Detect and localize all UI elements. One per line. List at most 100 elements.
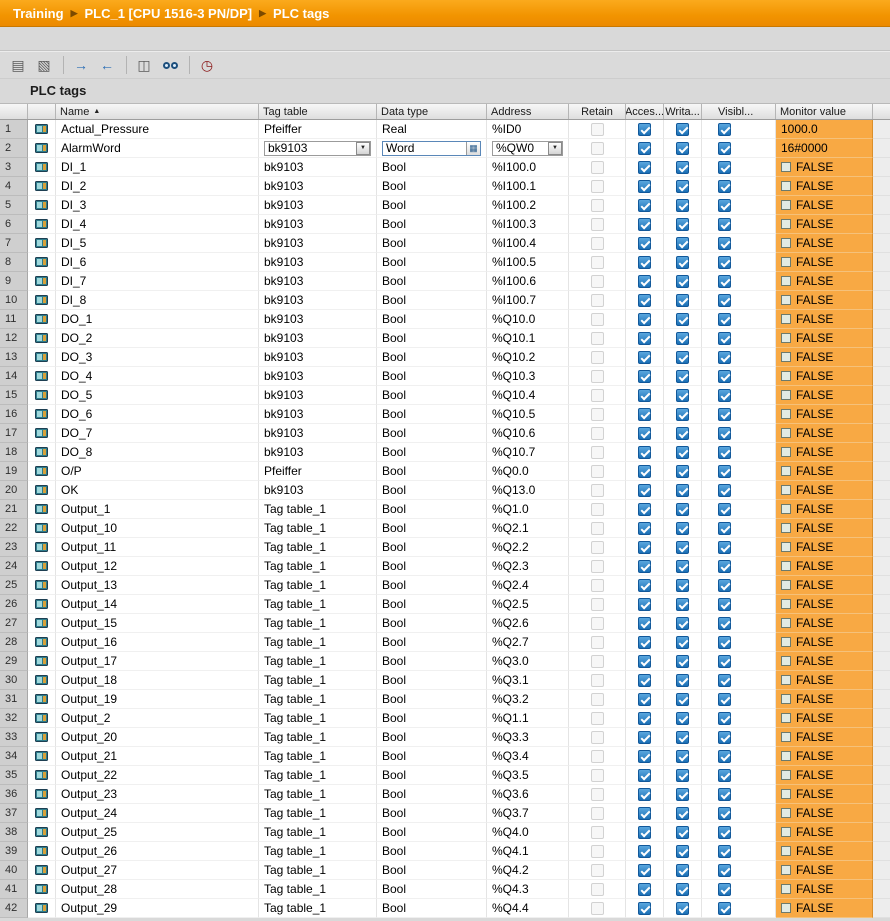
cell-address[interactable]: %Q0.0 <box>487 462 569 481</box>
visible-checkbox[interactable] <box>718 122 731 136</box>
accessible-checkbox[interactable] <box>638 635 651 649</box>
cell-tag-table[interactable]: Pfeiffer <box>259 120 377 139</box>
cell-name[interactable]: Output_16 <box>56 633 259 652</box>
snapshot-icon[interactable]: ◫ <box>132 54 156 76</box>
retain-checkbox[interactable] <box>590 540 604 554</box>
writable-checkbox[interactable] <box>676 882 689 896</box>
cell-name[interactable]: Output_13 <box>56 576 259 595</box>
cell-name[interactable]: DO_8 <box>56 443 259 462</box>
row-number[interactable]: 36 <box>0 785 28 804</box>
cell-name[interactable]: Output_24 <box>56 804 259 823</box>
cell-address[interactable]: %Q4.3 <box>487 880 569 899</box>
retain-checkbox[interactable] <box>590 749 604 763</box>
cell-data-type[interactable]: Bool <box>377 690 487 709</box>
cell-tag-table[interactable]: bk9103 <box>259 196 377 215</box>
accessible-checkbox[interactable] <box>638 711 651 725</box>
writable-checkbox[interactable] <box>676 179 689 193</box>
writable-checkbox[interactable] <box>676 426 689 440</box>
row-number[interactable]: 22 <box>0 519 28 538</box>
writable-checkbox[interactable] <box>676 901 689 915</box>
row-number[interactable]: 39 <box>0 842 28 861</box>
writable-checkbox[interactable] <box>676 635 689 649</box>
import-icon[interactable]: ← <box>95 54 119 76</box>
cell-name[interactable]: Output_25 <box>56 823 259 842</box>
accessible-checkbox[interactable] <box>638 749 651 763</box>
column-header-data-type[interactable]: Data type <box>377 104 487 119</box>
cell-address[interactable]: %Q10.1 <box>487 329 569 348</box>
visible-checkbox[interactable] <box>718 901 731 915</box>
breadcrumb-item-plc-tags[interactable]: PLC tags <box>273 6 329 21</box>
cell-data-type[interactable]: Bool <box>377 177 487 196</box>
cell-data-type[interactable]: Bool <box>377 215 487 234</box>
writable-checkbox[interactable] <box>676 654 689 668</box>
cell-name[interactable]: DI_8 <box>56 291 259 310</box>
retain-checkbox[interactable] <box>590 502 604 516</box>
cell-name[interactable]: Output_27 <box>56 861 259 880</box>
cell-tag-table[interactable]: Tag table_1 <box>259 747 377 766</box>
monitor-all-icon[interactable] <box>158 54 182 76</box>
cell-name[interactable]: OK <box>56 481 259 500</box>
retain-checkbox[interactable] <box>590 255 604 269</box>
visible-checkbox[interactable] <box>718 597 731 611</box>
cell-address[interactable]: %Q3.0 <box>487 652 569 671</box>
cell-address[interactable]: %Q10.4 <box>487 386 569 405</box>
retain-checkbox[interactable] <box>590 464 604 478</box>
cell-data-type[interactable]: Bool <box>377 766 487 785</box>
retain-checkbox[interactable] <box>590 863 604 877</box>
visible-checkbox[interactable] <box>718 407 731 421</box>
retain-checkbox[interactable] <box>590 654 604 668</box>
cell-data-type[interactable]: Bool <box>377 234 487 253</box>
cell-address[interactable]: %Q10.5 <box>487 405 569 424</box>
writable-checkbox[interactable] <box>676 502 689 516</box>
visible-checkbox[interactable] <box>718 236 731 250</box>
cell-tag-table[interactable]: Pfeiffer <box>259 462 377 481</box>
row-number[interactable]: 34 <box>0 747 28 766</box>
cell-data-type[interactable]: Bool <box>377 557 487 576</box>
cell-data-type[interactable]: Bool <box>377 386 487 405</box>
cell-tag-table[interactable]: Tag table_1 <box>259 500 377 519</box>
accessible-checkbox[interactable] <box>638 559 651 573</box>
cell-name[interactable]: DI_5 <box>56 234 259 253</box>
writable-checkbox[interactable] <box>676 673 689 687</box>
row-number[interactable]: 31 <box>0 690 28 709</box>
cell-address[interactable]: %Q3.3 <box>487 728 569 747</box>
cell-name[interactable]: DI_3 <box>56 196 259 215</box>
retain-checkbox[interactable] <box>590 426 604 440</box>
writable-checkbox[interactable] <box>676 350 689 364</box>
visible-checkbox[interactable] <box>718 388 731 402</box>
cell-data-type[interactable]: Bool <box>377 576 487 595</box>
cell-name[interactable]: DO_2 <box>56 329 259 348</box>
cell-data-type[interactable]: Bool <box>377 633 487 652</box>
writable-checkbox[interactable] <box>676 616 689 630</box>
row-number[interactable]: 26 <box>0 595 28 614</box>
cell-tag-table[interactable]: Tag table_1 <box>259 899 377 918</box>
cell-address[interactable]: %Q2.5 <box>487 595 569 614</box>
cell-data-type[interactable]: Bool <box>377 728 487 747</box>
cell-tag-table[interactable]: Tag table_1 <box>259 823 377 842</box>
visible-checkbox[interactable] <box>718 331 731 345</box>
cell-name[interactable]: DO_4 <box>56 367 259 386</box>
writable-checkbox[interactable] <box>676 274 689 288</box>
visible-checkbox[interactable] <box>718 369 731 383</box>
visible-checkbox[interactable] <box>718 274 731 288</box>
cell-address[interactable]: %QW0 ▼ <box>487 139 569 158</box>
retain-checkbox[interactable] <box>590 673 604 687</box>
cell-data-type[interactable]: Bool <box>377 253 487 272</box>
cell-tag-table[interactable]: Tag table_1 <box>259 614 377 633</box>
cell-name[interactable]: Output_21 <box>56 747 259 766</box>
cell-tag-table[interactable]: Tag table_1 <box>259 785 377 804</box>
accessible-checkbox[interactable] <box>638 426 651 440</box>
column-header-monitor-value[interactable]: Monitor value <box>776 104 873 119</box>
cell-tag-table[interactable]: bk9103 <box>259 386 377 405</box>
cell-data-type[interactable]: Bool <box>377 329 487 348</box>
value-browse-icon[interactable]: ▦ <box>466 141 480 155</box>
cell-address[interactable]: %Q3.2 <box>487 690 569 709</box>
accessible-checkbox[interactable] <box>638 673 651 687</box>
visible-checkbox[interactable] <box>718 464 731 478</box>
cell-tag-table[interactable]: bk9103 <box>259 481 377 500</box>
cell-data-type[interactable]: Bool <box>377 709 487 728</box>
writable-checkbox[interactable] <box>676 369 689 383</box>
accessible-checkbox[interactable] <box>638 521 651 535</box>
breadcrumb-item-project[interactable]: Training <box>13 6 64 21</box>
accessible-checkbox[interactable] <box>638 901 651 915</box>
